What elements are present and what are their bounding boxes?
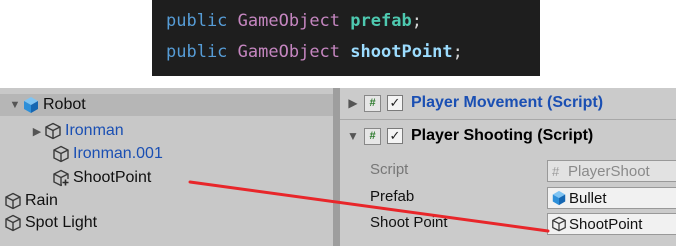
code-line-1: public GameObject prefab; [166, 6, 526, 37]
hierarchy-panel: ▼ Robot ▶ Ironman Ironman.001 ShootPoint… [0, 88, 333, 246]
hierarchy-item-spot-light[interactable]: Spot Light [0, 212, 333, 234]
prefab-value: Bullet [569, 189, 607, 207]
panel-divider[interactable] [333, 88, 340, 246]
cube-outline-icon [45, 122, 61, 140]
code-keyword: public [166, 42, 228, 62]
cube-outline-icon [53, 145, 69, 163]
hierarchy-item-rain[interactable]: Rain [0, 190, 333, 212]
property-label-prefab: Prefab [370, 188, 415, 205]
component-separator [340, 119, 676, 120]
cube-outline-icon [552, 216, 566, 232]
hierarchy-item-label: ShootPoint [73, 169, 152, 186]
cube-outline-icon [5, 192, 21, 210]
expand-arrow-icon[interactable]: ▼ [8, 99, 22, 111]
hierarchy-item-ironman-001[interactable]: Ironman.001 [0, 143, 333, 165]
shoot-point-value: ShootPoint [569, 215, 643, 233]
code-line-2: public GameObject shootPoint; [166, 37, 526, 68]
prefab-cube-icon [24, 97, 38, 113]
cube-outline-icon [5, 214, 21, 232]
hierarchy-item-label: Spot Light [25, 214, 98, 231]
hierarchy-item-label: Ironman.001 [73, 145, 163, 162]
script-reference-field: # PlayerShoot [547, 160, 676, 182]
code-keyword: public [166, 11, 228, 31]
code-type: GameObject [237, 42, 341, 62]
hierarchy-item-label: Robot [43, 96, 86, 113]
property-label-script: Script [370, 161, 409, 178]
code-type: GameObject [237, 11, 341, 31]
prefab-cube-icon [552, 190, 566, 206]
code-identifier: shootPoint [350, 42, 453, 62]
expand-arrow-icon[interactable]: ▼ [346, 129, 360, 143]
script-value: PlayerShoot [568, 162, 650, 180]
hierarchy-item-ironman[interactable]: ▶ Ironman [0, 120, 333, 142]
component-title: Player Shooting (Script) [411, 127, 594, 144]
component-enabled-checkbox[interactable]: ✓ [387, 95, 403, 111]
inspector-panel: ▶ # ✓ Player Movement (Script) ▼ # ✓ Pla… [340, 88, 676, 246]
component-enabled-checkbox[interactable]: ✓ [387, 128, 403, 144]
script-hash-icon: # [552, 163, 560, 179]
shoot-point-object-field[interactable]: ShootPoint [547, 213, 676, 235]
hierarchy-item-label: Ironman [65, 122, 124, 139]
code-semicolon: ; [452, 42, 463, 62]
code-semicolon: ; [411, 11, 422, 31]
collapse-arrow-icon[interactable]: ▶ [346, 96, 360, 110]
csharp-script-icon: # [364, 94, 381, 112]
csharp-script-icon: # [364, 127, 381, 145]
prefab-object-field[interactable]: Bullet [547, 187, 676, 209]
hierarchy-item-robot[interactable]: ▼ Robot [0, 94, 333, 116]
property-label-shoot-point: Shoot Point [370, 214, 448, 231]
hierarchy-item-shootpoint[interactable]: ShootPoint [0, 167, 333, 189]
cube-outline-icon [53, 169, 69, 187]
component-header-player-movement[interactable]: ▶ # ✓ Player Movement (Script) [340, 88, 676, 118]
code-snippet: public GameObject prefab; public GameObje… [152, 0, 540, 76]
component-title: Player Movement (Script) [411, 94, 604, 111]
component-header-player-shooting[interactable]: ▼ # ✓ Player Shooting (Script) [340, 121, 676, 151]
hierarchy-item-label: Rain [25, 192, 58, 209]
collapse-arrow-icon[interactable]: ▶ [30, 125, 44, 138]
code-identifier: prefab [350, 11, 412, 31]
